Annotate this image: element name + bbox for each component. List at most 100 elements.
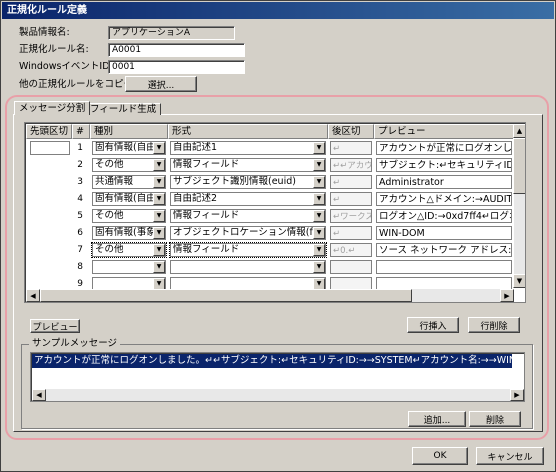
header-format: 形式 [168, 124, 328, 139]
delim-after-cell[interactable]: ↵↵アカウン [330, 158, 372, 172]
delim-after-cell[interactable]: ↵ワークス [330, 209, 372, 223]
dropdown-arrow-icon[interactable]: ▼ [153, 176, 165, 188]
dropdown-arrow-icon[interactable]: ▼ [313, 142, 325, 154]
rule-name-label: 正規化ルール名: [19, 44, 89, 55]
dropdown-arrow-icon[interactable]: ▼ [153, 142, 165, 154]
preview-cell: Administrator [376, 175, 512, 189]
type-value: 固有情報(自由) [95, 142, 160, 153]
format-combo[interactable]: サブジェクト識別情報(euid) ▼ [170, 175, 326, 189]
sample-message-label: サンプルメッセージ [29, 338, 121, 350]
split-rule-table: 先頭区切 # 種別 形式 後区切 プレビュー 1 固有情報(自由) ▼ 自由記述1 ▼ ↵… [24, 122, 526, 303]
delim-after-cell[interactable]: ↵ [330, 141, 372, 155]
dropdown-arrow-icon[interactable]: ▼ [313, 244, 325, 256]
sample-message-box[interactable]: アカウントが正常にログオンしました。↵↵サブジェクト:↵セキュリティID:→→S… [30, 352, 525, 402]
preview-cell [376, 260, 512, 274]
sample-h-scrollbar[interactable]: ◀ ▶ [32, 389, 524, 401]
format-value: サブジェクト識別情報(euid) [173, 176, 296, 187]
scroll-thumb[interactable] [513, 138, 525, 194]
dropdown-arrow-icon[interactable]: ▼ [313, 193, 325, 205]
format-combo[interactable]: 自由記述2 ▼ [170, 192, 326, 206]
product-label: 製品情報名: [19, 27, 70, 38]
scroll-left-icon[interactable]: ◀ [26, 289, 40, 302]
dropdown-arrow-icon[interactable]: ▼ [153, 193, 165, 205]
format-combo[interactable]: 情報フィールド ▼ [170, 158, 326, 172]
event-id-label: WindowsイベントID: [19, 61, 113, 72]
row-number: 5 [77, 211, 83, 221]
type-value: 共通情報 [95, 176, 134, 187]
dropdown-arrow-icon[interactable]: ▼ [153, 210, 165, 222]
preview-cell: サブジェクト:↵セキュリティID:↵ [376, 158, 512, 172]
copy-rule-label: 他の正規化ルールをコピー: [19, 79, 137, 90]
row-number: 8 [77, 262, 83, 272]
dropdown-arrow-icon[interactable]: ▼ [313, 159, 325, 171]
type-combo[interactable]: その他 ▼ [92, 209, 166, 223]
row-number: 6 [77, 228, 83, 238]
dropdown-arrow-icon[interactable]: ▼ [153, 261, 165, 273]
dropdown-arrow-icon[interactable]: ▼ [313, 210, 325, 222]
remove-button[interactable]: 削除 [469, 411, 521, 427]
header-delim-before: 先頭区切 [26, 124, 72, 139]
event-id-input[interactable]: 0001 [108, 60, 245, 74]
type-combo[interactable]: その他 ▼ [92, 158, 166, 172]
format-combo[interactable]: 情報フィールド ▼ [170, 209, 326, 223]
type-combo[interactable]: 固有情報(自由) ▼ [92, 192, 166, 206]
scroll-right-icon[interactable]: ▶ [500, 289, 514, 302]
sample-scroll-left-icon[interactable]: ◀ [32, 389, 46, 401]
type-value: その他 [95, 159, 124, 170]
format-value: 自由記述2 [173, 193, 218, 204]
dropdown-arrow-icon[interactable]: ▼ [313, 176, 325, 188]
type-combo[interactable]: 共通情報 ▼ [92, 175, 166, 189]
tab-message-split[interactable]: メッセージ分割 [14, 101, 91, 115]
preview-cell: アカウント△ドメイン:→AUDIT [376, 192, 512, 206]
row-insert-button[interactable]: 行挿入 [407, 317, 459, 333]
format-combo[interactable]: オブジェクトロケーション情報(from) ▼ [170, 226, 326, 240]
delim-after-cell[interactable]: ↵ [330, 226, 372, 240]
delim-after-cell[interactable]: ↵ [330, 192, 372, 206]
row-delete-button[interactable]: 行削除 [468, 317, 520, 333]
row-number: 7 [77, 245, 83, 255]
dropdown-arrow-icon[interactable]: ▼ [153, 159, 165, 171]
cancel-button[interactable]: キャンセル [476, 447, 544, 465]
scroll-down-icon[interactable]: ▼ [513, 274, 525, 288]
window-title: 正規化ルール定義 [2, 2, 554, 19]
h-scroll-thumb[interactable] [40, 289, 412, 302]
delim-after-cell[interactable]: ↵0.↵ [330, 243, 372, 257]
format-combo[interactable]: ▼ [170, 260, 326, 274]
sample-scroll-right-icon[interactable]: ▶ [510, 389, 524, 401]
dropdown-arrow-icon[interactable]: ▼ [313, 261, 325, 273]
row-number: 1 [77, 143, 83, 153]
delim-after-cell[interactable]: ↵ [330, 175, 372, 189]
header-type: 種別 [90, 124, 168, 139]
format-value: 情報フィールド [173, 159, 240, 170]
preview-button[interactable]: プレビュー [30, 319, 80, 333]
header-number: # [72, 124, 90, 139]
dropdown-arrow-icon[interactable]: ▼ [153, 227, 165, 239]
format-combo[interactable]: 情報フィールド ▼ [169, 242, 327, 258]
rule-name-input[interactable]: A0001 [108, 43, 245, 57]
format-value: 自由記述1 [173, 142, 218, 153]
type-combo[interactable]: 固有情報(自由) ▼ [92, 141, 166, 155]
delim-before-input[interactable] [30, 141, 70, 155]
row-number: 3 [77, 177, 83, 187]
tab-field-generation[interactable]: フィールド生成 [85, 103, 162, 115]
scroll-up-icon[interactable]: ▲ [513, 124, 525, 138]
preview-cell: WIN-DOM [376, 226, 512, 240]
horizontal-scrollbar[interactable]: ◀ ▶ [26, 289, 514, 302]
product-field: アプリケーションA [108, 26, 235, 40]
ok-button[interactable]: OK [412, 447, 468, 465]
type-combo[interactable]: ▼ [92, 260, 166, 274]
add-button[interactable]: 追加... [408, 411, 466, 427]
preview-cell: ソース ネットワーク アドレス:12 [376, 243, 512, 257]
row-number: 4 [77, 194, 83, 204]
preview-cell: アカウントが正常にログオンしました [376, 141, 512, 155]
vertical-scrollbar[interactable]: ▲ ▼ [513, 124, 525, 288]
dropdown-arrow-icon[interactable]: ▼ [153, 244, 165, 256]
type-combo[interactable]: 固有情報(事象) ▼ [92, 226, 166, 240]
select-button[interactable]: 選択... [125, 76, 197, 92]
delim-after-cell[interactable] [330, 260, 372, 274]
type-value: 固有情報(事象) [95, 227, 160, 238]
dropdown-arrow-icon[interactable]: ▼ [313, 227, 325, 239]
type-combo[interactable]: その他 ▼ [91, 242, 167, 258]
type-value: その他 [95, 244, 124, 255]
format-combo[interactable]: 自由記述1 ▼ [170, 141, 326, 155]
